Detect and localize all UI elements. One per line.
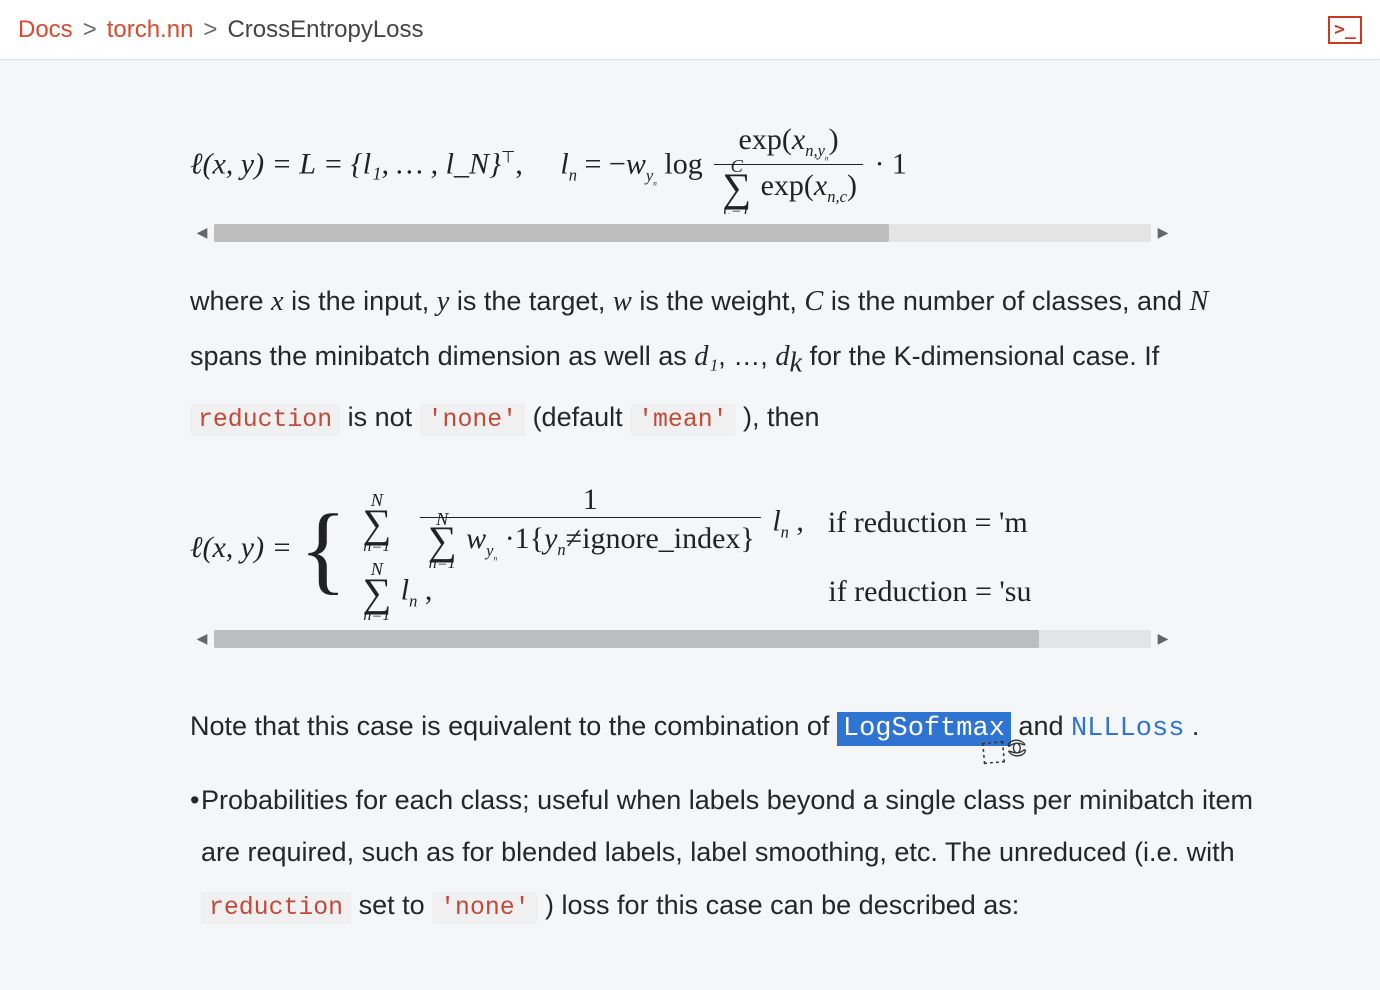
f1-ln: l (560, 148, 568, 181)
bullet-marker: • (190, 774, 201, 933)
f1-log: log (664, 148, 710, 181)
f1-w-sub: yn (646, 166, 657, 185)
f1-comma: , (515, 148, 523, 181)
breadcrumb-current: CrossEntropyLoss (227, 16, 423, 44)
scroll-track[interactable] (214, 224, 1151, 242)
scroll-thumb[interactable] (214, 224, 889, 242)
f1-lhs: ℓ(x, y) = L = {l₁, … , l_N} (190, 148, 501, 181)
scroll-track[interactable] (214, 630, 1151, 648)
code-reduction: reduction (190, 404, 340, 436)
f2-case-mean: ∑Nn=1 1 ∑Nn=1 wyn ·1{yn≠ignore_index} ln… (360, 484, 1031, 563)
link-nllloss[interactable]: NLLLoss (1071, 714, 1184, 744)
bullet-probabilities: • Probabilities for each class; useful w… (190, 774, 1270, 933)
f1-transpose: ⊤ (501, 148, 515, 167)
code-reduction-2: reduction (201, 892, 351, 924)
formula-1-scrollbar[interactable]: ◀ ▶ (190, 222, 1175, 244)
formula-2: ℓ(x, y) = { ∑Nn=1 1 ∑Nn=1 wyn ·1{yn≠igno… (190, 480, 1175, 620)
terminal-icon[interactable]: >_ (1328, 16, 1362, 44)
breadcrumb-sep-1: > (83, 16, 97, 44)
selected-text-logsoftmax[interactable]: LogSoftmax (837, 712, 1011, 746)
f1-trail: · 1 (874, 148, 907, 181)
f2-case-sum: ∑Nn=1 ln , if reduction = 'su (360, 569, 1031, 616)
f1-eq: = − (584, 148, 625, 181)
scroll-right-icon[interactable]: ▶ (1151, 630, 1175, 647)
breadcrumb: Docs > torch.nn > CrossEntropyLoss (18, 16, 424, 44)
f1-frac: exp(xn,yn) ∑Cc=1 exp(xn,c) (714, 124, 863, 210)
equivalence-note: Note that this case is equivalent to the… (190, 700, 1260, 756)
brace-icon: { (299, 505, 347, 594)
breadcrumb-module[interactable]: torch.nn (107, 16, 194, 44)
f2-cases: ∑Nn=1 1 ∑Nn=1 wyn ·1{yn≠ignore_index} ln… (360, 484, 1031, 616)
scroll-left-icon[interactable]: ◀ (190, 630, 214, 647)
breadcrumb-docs[interactable]: Docs (18, 16, 73, 44)
breadcrumb-sep-2: > (203, 16, 217, 44)
f2-lhs: ℓ(x, y) = (190, 531, 299, 564)
top-bar: Docs > torch.nn > CrossEntropyLoss >_ (0, 0, 1380, 60)
code-none-2: 'none' (432, 892, 537, 924)
formula-1: ℓ(x, y) = L = {l₁, … , l_N}⊤, ln = −wyn … (190, 120, 1175, 214)
scroll-right-icon[interactable]: ▶ (1151, 224, 1175, 241)
page-content: ℓ(x, y) = L = {l₁, … , l_N}⊤, ln = −wyn … (0, 60, 1290, 932)
f1-ln-sub: n (569, 166, 577, 185)
formula-2-block: ℓ(x, y) = { ∑Nn=1 1 ∑Nn=1 wyn ·1{yn≠igno… (190, 480, 1175, 650)
formula-1-block: ℓ(x, y) = L = {l₁, … , l_N}⊤, ln = −wyn … (190, 120, 1175, 244)
formula-2-scrollbar[interactable]: ◀ ▶ (190, 628, 1175, 650)
f1-w: w (626, 148, 646, 181)
code-mean: 'mean' (630, 404, 735, 436)
paragraph-1: where x is the input, y is the target, w… (190, 274, 1250, 444)
scroll-thumb[interactable] (214, 630, 1039, 648)
code-none: 'none' (420, 404, 525, 436)
scroll-left-icon[interactable]: ◀ (190, 224, 214, 241)
